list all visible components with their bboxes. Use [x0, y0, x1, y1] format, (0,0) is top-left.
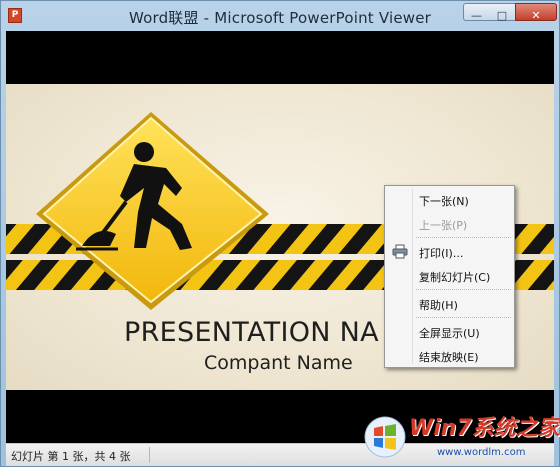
menu-separator [416, 289, 511, 290]
watermark-brand: Win7系统之家 [409, 416, 560, 441]
windows-logo-icon [364, 416, 406, 458]
slide-counter: 幻灯片 第 1 张，共 4 张 [11, 450, 131, 463]
watermark-url: www.wordlm.com [437, 447, 526, 458]
menu-item-label: 全屏显示(U) [419, 327, 480, 340]
printer-icon [392, 244, 408, 259]
slide-subtitle: Compant Name [204, 352, 353, 374]
menu-item-previous-slide: 上一张(P) [388, 213, 511, 235]
slide-title: PRESENTATION NA [124, 317, 379, 348]
close-icon: ✕ [531, 9, 541, 22]
menu-item-label: 结束放映(E) [419, 351, 479, 364]
menu-item-end-show[interactable]: 结束放映(E) [388, 345, 511, 367]
context-menu: 下一张(N) 上一张(P) 打印(I)... 复制幻灯片(C) 帮助(H) 全屏… [384, 185, 515, 368]
menu-item-next-slide[interactable]: 下一张(N) [388, 189, 511, 211]
menu-item-copy-slide[interactable]: 复制幻灯片(C) [388, 265, 511, 287]
menu-item-help[interactable]: 帮助(H) [388, 293, 511, 315]
menu-item-full-screen[interactable]: 全屏显示(U) [388, 321, 511, 343]
menu-item-label: 下一张(N) [419, 195, 469, 208]
menu-item-label: 复制幻灯片(C) [419, 271, 491, 284]
menu-separator [416, 237, 511, 238]
minimize-icon: — [471, 9, 482, 22]
maximize-button[interactable]: □ [489, 3, 516, 22]
menu-item-label: 上一张(P) [419, 219, 468, 232]
title-bar[interactable]: P Word联盟 - Microsoft PowerPoint Viewer —… [1, 1, 559, 31]
menu-item-label: 打印(I)... [419, 247, 464, 260]
powerpoint-viewer-window: P Word联盟 - Microsoft PowerPoint Viewer —… [0, 0, 560, 467]
status-divider [149, 447, 150, 463]
menu-separator [416, 317, 511, 318]
close-button[interactable]: ✕ [515, 3, 557, 22]
menu-item-print[interactable]: 打印(I)... [388, 241, 511, 263]
maximize-icon: □ [496, 9, 508, 22]
menu-item-label: 帮助(H) [419, 299, 458, 312]
minimize-button[interactable]: — [463, 3, 490, 22]
watermark: Win7系统之家 www.wordlm.com [363, 407, 560, 467]
